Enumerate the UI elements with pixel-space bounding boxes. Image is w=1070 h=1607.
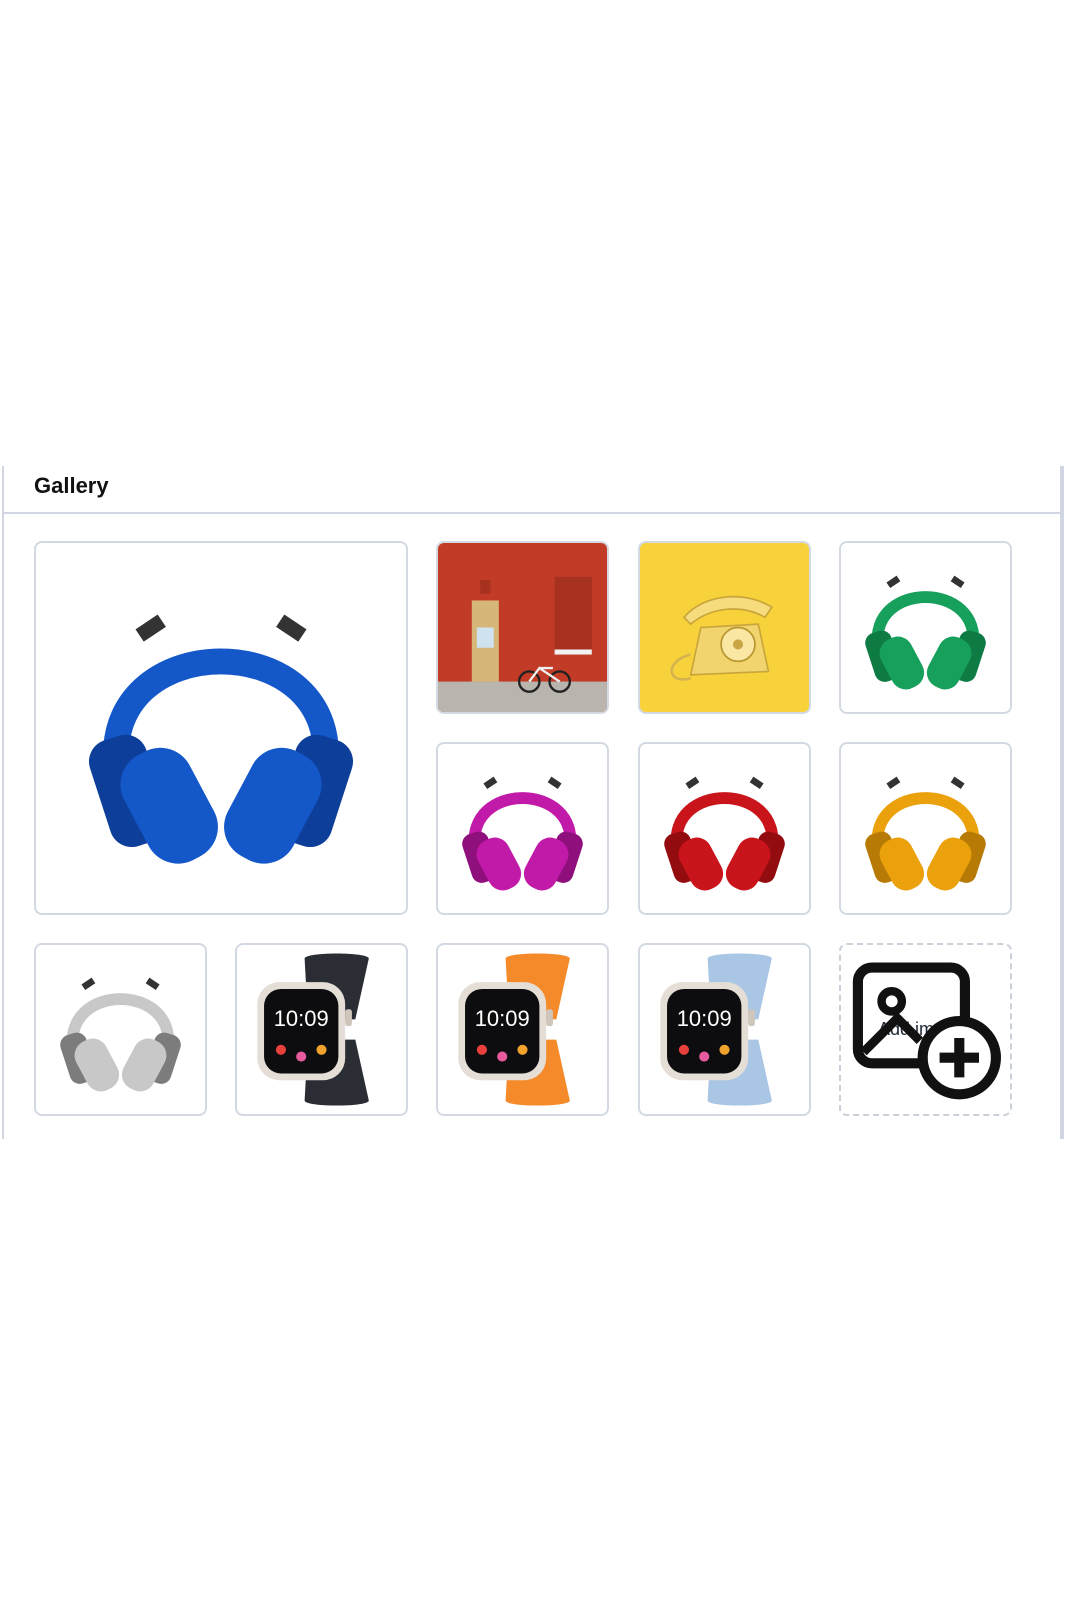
gallery-image[interactable] xyxy=(34,943,207,1116)
gallery-image[interactable] xyxy=(839,541,1012,714)
gallery-title: Gallery xyxy=(34,473,109,498)
gallery-header: Gallery xyxy=(4,466,1060,514)
gallery-image[interactable] xyxy=(638,541,811,714)
gallery-image-main[interactable] xyxy=(34,541,408,915)
gallery-image[interactable]: 10:09 xyxy=(638,943,811,1116)
headphones-icon xyxy=(462,776,583,891)
gallery-image[interactable] xyxy=(436,541,609,714)
gallery-image[interactable] xyxy=(839,742,1012,915)
svg-text:10:09: 10:09 xyxy=(475,1006,530,1031)
gallery-image[interactable] xyxy=(638,742,811,915)
headphones-icon xyxy=(865,776,986,891)
smartwatch-icon: 10:09 xyxy=(458,953,570,1106)
smartwatch-icon: 10:09 xyxy=(257,953,369,1106)
headphones-icon xyxy=(88,614,354,864)
svg-text:10:09: 10:09 xyxy=(677,1006,732,1031)
gallery-card: Gallery 10:09 10:09 10:09 Add images xyxy=(2,466,1064,1139)
smartwatch-icon: 10:09 xyxy=(660,953,772,1106)
add-image-icon xyxy=(852,962,1001,1100)
gallery-image[interactable] xyxy=(436,742,609,915)
gallery-image[interactable]: 10:09 xyxy=(436,943,609,1116)
headphones-icon xyxy=(865,575,986,690)
building-photo xyxy=(438,543,607,712)
svg-text:10:09: 10:09 xyxy=(274,1006,329,1031)
gallery-image[interactable]: 10:09 xyxy=(235,943,408,1116)
telephone-photo xyxy=(640,543,809,712)
headphones-icon xyxy=(60,977,181,1092)
headphones-icon xyxy=(664,776,785,891)
add-images-button[interactable]: Add images xyxy=(839,943,1012,1116)
